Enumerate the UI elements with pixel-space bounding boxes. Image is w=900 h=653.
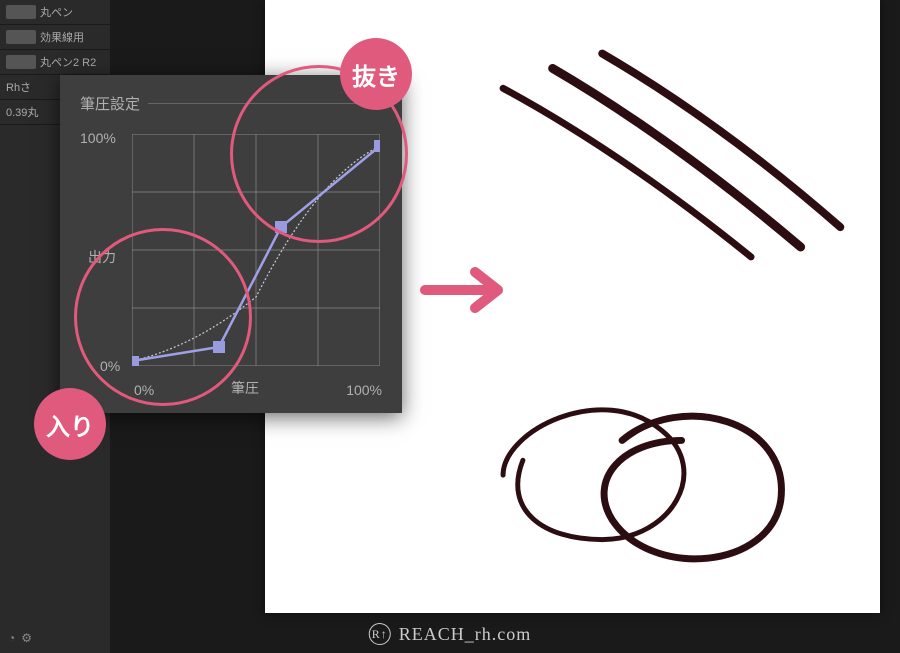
clock-icon[interactable]: ◔ — [8, 631, 15, 645]
brush-item[interactable]: 丸ペン — [0, 0, 110, 25]
badge-label: 入り — [46, 407, 94, 442]
watermark-icon: R↑ — [369, 623, 391, 645]
badge-label: 抜き — [352, 57, 400, 92]
annotation-circle-entry — [74, 228, 252, 406]
brush-label: 効果線用 — [40, 29, 84, 45]
x-axis-label: 筆圧 — [231, 378, 259, 398]
annotation-badge-entry: 入り — [34, 388, 106, 460]
brush-preview-icon — [6, 30, 36, 44]
brush-item[interactable]: 丸ペン2 R2 — [0, 50, 110, 75]
sidebar-footer-icons: ◔ ⚙ — [8, 631, 32, 645]
brush-preview-icon — [6, 5, 36, 19]
watermark: R↑ REACH_rh.com — [369, 623, 532, 645]
annotation-badge-exit: 抜き — [340, 38, 412, 110]
arrow-icon — [420, 260, 520, 320]
brush-label: 丸ペン — [40, 4, 73, 20]
brush-preview-icon — [6, 55, 36, 69]
watermark-text: REACH_rh.com — [399, 624, 532, 645]
y-axis-max: 100% — [80, 130, 116, 146]
brush-label: Rhさ — [6, 79, 31, 95]
brush-item[interactable]: 効果線用 — [0, 25, 110, 50]
brush-label: 丸ペン2 R2 — [40, 54, 96, 70]
gear-icon[interactable]: ⚙ — [21, 631, 32, 645]
brush-label: 0.39丸 — [6, 104, 38, 120]
x-axis-max: 100% — [346, 382, 382, 398]
